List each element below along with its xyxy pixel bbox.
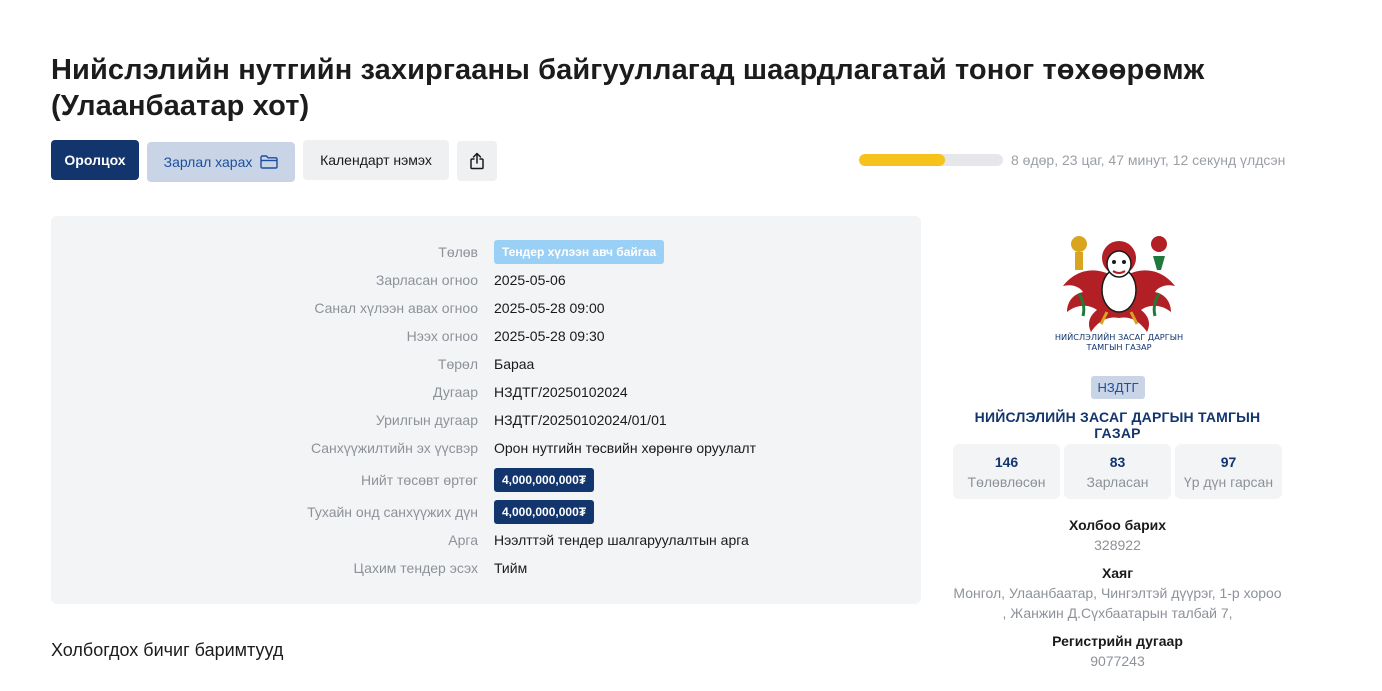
progress-fill	[859, 154, 946, 166]
funding-source-label: Санхүүжилтийн эх үүсвэр	[310, 440, 478, 456]
contact-info: Холбоо барих 328922	[953, 515, 1282, 555]
type-value: Бараа	[494, 356, 535, 372]
stat-planned[interactable]: 146 Төлөвлөсөн	[953, 444, 1060, 499]
organization-abbr-badge[interactable]: НЗДТГ	[1091, 376, 1145, 399]
address-line2: , Жанжин Д.Сүхбаатарын талбай 7,	[1002, 605, 1233, 621]
row-deadline: Санал хүлээн авах огноо 2025-05-28 09:00	[51, 300, 921, 316]
status-badge: Тендер хүлээн авч байгаа	[494, 240, 665, 264]
share-icon	[470, 152, 484, 170]
page-title: Нийслэлийн нутгийн захиргааны байгууллаг…	[51, 54, 1205, 122]
stat-planned-label: Төлөвлөсөн	[967, 473, 1046, 490]
address-label: Хаяг	[1101, 565, 1134, 581]
emblem-icon: НИЙСЛЭЛИЙН ЗАСАГ ДАРГЫН ТАМГЫН ГАЗАР	[1055, 236, 1183, 352]
participate-button[interactable]: Оролцох	[51, 140, 139, 180]
row-year-funding: Тухайн онд санхүүжих дүн 4,000,000,000₮	[51, 500, 921, 524]
view-notice-label: Зарлал харах	[163, 154, 253, 170]
invitation-number-label: Урилгын дугаар	[375, 412, 478, 428]
year-funding-label: Тухайн онд санхүүжих дүн	[307, 504, 478, 520]
number-label: Дугаар	[433, 384, 478, 400]
stat-announced-value: 83	[1109, 453, 1126, 470]
row-type: Төрөл Бараа	[51, 356, 921, 372]
view-notice-button[interactable]: Зарлал харах	[147, 142, 295, 182]
row-number: Дугаар НЗДТГ/20250102024	[51, 384, 921, 400]
related-documents-heading: Холбогдох бичиг баримтууд	[51, 640, 284, 660]
announced-date-value: 2025-05-06	[494, 272, 566, 288]
announced-date-label: Зарласан огноо	[375, 272, 478, 288]
opening-date-label: Нээх огноо	[406, 328, 478, 344]
row-method: Арга Нээлттэй тендер шалгаруулалтын арга	[51, 532, 921, 548]
row-budget: Нийт төсөвт өртөг 4,000,000,000₮	[51, 468, 921, 492]
progress-bar	[859, 154, 1003, 166]
register-info: Регистрийн дугаар 9077243	[953, 631, 1282, 671]
address-line1: Монгол, Улаанбаатар, Чингэлтэй дүүрэг, 1…	[953, 585, 1282, 601]
type-label: Төрөл	[437, 356, 478, 372]
stat-results-label: Үр дүн гарсан	[1183, 473, 1274, 490]
e-tender-value: Тийм	[494, 560, 528, 576]
action-bar: Оролцох Зарлал харах Календарт нэмэх	[51, 140, 497, 182]
register-label: Регистрийн дугаар	[1052, 633, 1183, 649]
funding-source-value: Орон нутгийн төсвийн хөрөнгө оруулалт	[494, 440, 757, 456]
organization-name[interactable]: НИЙСЛЭЛИЙН ЗАСАГ ДАРГЫН ТАМГЫН ГАЗАР	[953, 409, 1282, 441]
stat-results-value: 97	[1220, 453, 1237, 470]
row-opening-date: Нээх огноо 2025-05-28 09:30	[51, 328, 921, 344]
stat-planned-value: 146	[994, 453, 1019, 470]
stat-announced[interactable]: 83 Зарласан	[1064, 444, 1171, 499]
time-remaining-text: 8 өдөр, 23 цаг, 47 минут, 12 секунд үлдс…	[1011, 152, 1286, 168]
year-funding-badge: 4,000,000,000₮	[494, 500, 595, 524]
budget-badge: 4,000,000,000₮	[494, 468, 595, 492]
share-button[interactable]	[457, 141, 497, 181]
contact-label: Холбоо барих	[1068, 517, 1167, 533]
folder-icon	[260, 155, 279, 169]
row-e-tender: Цахим тендер эсэх Тийм	[51, 560, 921, 576]
logo-text-line1: НИЙСЛЭЛИЙН ЗАСАГ ДАРГЫН	[1055, 331, 1183, 342]
deadline-value: 2025-05-28 09:00	[494, 300, 605, 316]
register-value: 9077243	[1090, 653, 1145, 669]
row-announced-date: Зарласан огноо 2025-05-06	[51, 272, 921, 288]
address-info: Хаяг Монгол, Улаанбаатар, Чингэлтэй дүүр…	[953, 563, 1282, 623]
row-status: Төлөв Тендер хүлээн авч байгаа	[51, 240, 921, 264]
add-to-calendar-button[interactable]: Календарт нэмэх	[303, 140, 449, 180]
e-tender-label: Цахим тендер эсэх	[353, 560, 478, 576]
invitation-number-value: НЗДТГ/20250102024/01/01	[494, 412, 667, 428]
organization-stats: 146 Төлөвлөсөн 83 Зарласан 97 Үр дүн гар…	[953, 444, 1282, 499]
opening-date-value: 2025-05-28 09:30	[494, 328, 605, 344]
contact-value: 328922	[1094, 537, 1141, 553]
row-invitation-number: Урилгын дугаар НЗДТГ/20250102024/01/01	[51, 412, 921, 428]
deadline-label: Санал хүлээн авах огноо	[314, 300, 478, 316]
method-value: Нээлттэй тендер шалгаруулалтын арга	[494, 532, 749, 548]
tender-details-panel: Төлөв Тендер хүлээн авч байгаа Зарласан …	[51, 216, 921, 604]
stat-results[interactable]: 97 Үр дүн гарсан	[1175, 444, 1282, 499]
budget-label: Нийт төсөвт өртөг	[360, 472, 478, 488]
method-label: Арга	[448, 532, 478, 548]
number-value: НЗДТГ/20250102024	[494, 384, 628, 400]
stat-announced-label: Зарласан	[1086, 473, 1149, 490]
row-funding-source: Санхүүжилтийн эх үүсвэр Орон нутгийн төс…	[51, 440, 921, 456]
logo-text-line2: ТАМГЫН ГАЗАР	[1085, 342, 1151, 352]
status-label: Төлөв	[438, 244, 478, 260]
time-remaining: 8 өдөр, 23 цаг, 47 минут, 12 секунд үлдс…	[859, 152, 1285, 168]
